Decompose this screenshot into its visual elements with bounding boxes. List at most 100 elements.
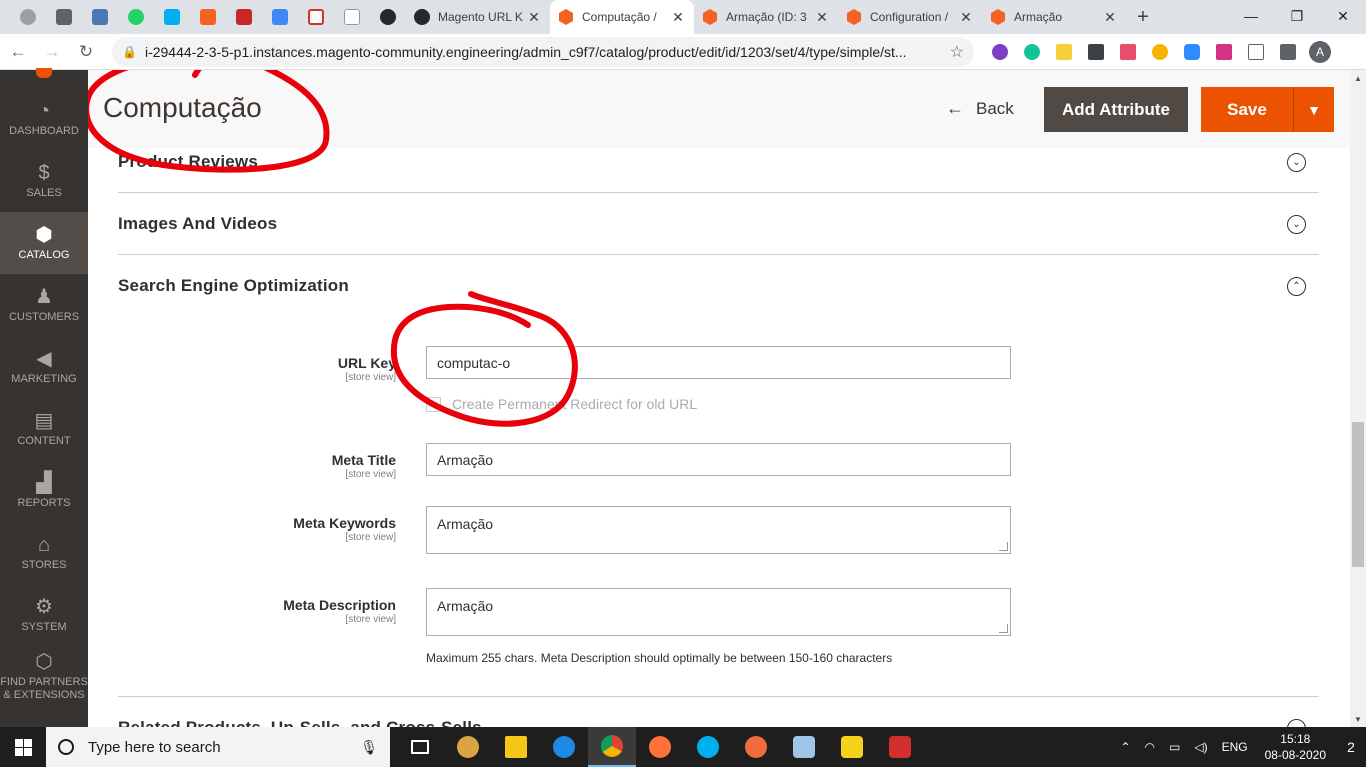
chrome-icon [20,9,36,25]
app-icon[interactable] [780,727,828,767]
section-product-reviews[interactable]: Product Reviews ⌄ [118,148,1319,193]
notification-icon[interactable]: 2 [1336,739,1366,755]
scroll-up-icon[interactable]: ▲ [1350,70,1366,86]
admin-sidebar: ◔ DASHBOARD $ SALES ⬢ CATALOG ♟ CUSTOMER… [0,68,88,727]
sidebar-item-partners[interactable]: ⬡ FIND PARTNERS & EXTENSIONS [0,646,88,708]
sidebar-item-catalog[interactable]: ⬢ CATALOG [0,212,88,274]
scrollbar-thumb[interactable] [1352,422,1364,567]
profile-button[interactable]: A [1304,36,1336,68]
redirect-checkbox[interactable] [426,396,441,412]
star-icon[interactable]: ☆ [950,42,964,62]
chevron-up-icon[interactable]: ⌃ [1120,740,1130,754]
close-tab-icon[interactable]: ✕ [958,9,974,26]
restore-icon[interactable]: ❐ [1274,0,1320,32]
pinned-tab-gmail[interactable] [298,0,334,34]
back-arrow-icon[interactable]: ← [2,36,34,68]
app-icon[interactable] [732,727,780,767]
browser-tab[interactable]: Armação ✕ [982,0,1126,34]
volume-icon[interactable]: ◁) [1194,740,1207,754]
close-tab-icon[interactable]: ✕ [1102,9,1118,26]
reload-icon[interactable]: ↻ [70,36,102,68]
pinned-tab-magento[interactable] [190,0,226,34]
save-button[interactable]: Save [1201,87,1293,132]
taskbar-search[interactable]: Type here to search 🎙 [46,727,390,767]
skype-taskbar-icon[interactable] [684,727,732,767]
pinned-tab-chrome[interactable] [10,0,46,34]
pinned-tab-app[interactable] [226,0,262,34]
section-title[interactable]: Search Engine Optimization [118,276,349,296]
redirect-checkbox-row[interactable]: Create Permanent Redirect for old URL [426,396,697,412]
page-scrollbar[interactable]: ▲ ▼ [1350,70,1366,727]
language-indicator[interactable]: ENG [1222,740,1248,754]
pinned-tab-t[interactable] [334,0,370,34]
sidebar-item-content[interactable]: ▤ CONTENT [0,398,88,460]
extension-icon[interactable] [984,36,1016,68]
extension-icon[interactable] [1208,36,1240,68]
sidebar-item-system[interactable]: ⚙ SYSTEM [0,584,88,646]
address-bar[interactable]: 🔒 i-29444-2-3-5-p1.instances.magento-com… [112,36,974,67]
zoom-icon[interactable] [1176,36,1208,68]
pinned-tab-skype[interactable] [154,0,190,34]
file-explorer-icon[interactable] [492,727,540,767]
back-button[interactable]: ← Back [946,98,1014,119]
page-title: Computação [103,92,262,123]
sidebar-item-reports[interactable]: ▟ REPORTS [0,460,88,522]
clock[interactable]: 15:18 08-08-2020 [1265,731,1326,763]
minimize-icon[interactable]: — [1228,0,1274,32]
windows-icon [14,738,32,756]
sticky-notes-icon[interactable] [828,727,876,767]
sidebar-item-dashboard[interactable]: ◔ DASHBOARD [0,88,88,150]
chevron-down-icon[interactable]: ⌄ [1287,215,1306,234]
browser-tab-active[interactable]: Computação / ✕ [550,0,694,34]
scroll-down-icon[interactable]: ▼ [1350,711,1366,727]
task-view-icon[interactable] [396,727,444,767]
firefox-icon[interactable] [636,727,684,767]
meta-keywords-textarea[interactable]: Armação [426,506,1011,554]
section-images-videos[interactable]: Images And Videos ⌄ [118,193,1319,255]
close-tab-icon[interactable]: ✕ [526,9,542,26]
pinned-tab-dev[interactable] [46,0,82,34]
close-tab-icon[interactable]: ✕ [670,9,686,26]
paint-icon[interactable] [444,727,492,767]
pinned-tab-translate[interactable] [262,0,298,34]
browser-tab[interactable]: Configuration / ✕ [838,0,982,34]
sidebar-item-sales[interactable]: $ SALES [0,150,88,212]
browser-tab[interactable]: Magento URL K ✕ [406,0,550,34]
grammarly-icon[interactable] [1016,36,1048,68]
microphone-icon[interactable]: 🎙 [360,739,378,756]
chrome-taskbar-icon[interactable] [588,727,636,767]
extension-icon[interactable] [1080,36,1112,68]
forward-arrow-icon[interactable]: → [36,36,68,68]
start-button[interactable] [0,727,46,767]
save-options-toggle[interactable]: ▼ [1293,87,1334,132]
close-window-icon[interactable]: ✕ [1320,0,1366,32]
battery-icon[interactable]: ▭ [1169,740,1180,754]
pinned-tab-github[interactable] [370,0,406,34]
sidebar-item-customers[interactable]: ♟ CUSTOMERS [0,274,88,336]
add-attribute-button[interactable]: Add Attribute [1044,87,1188,132]
extension-icon[interactable] [1144,36,1176,68]
acrobat-icon[interactable] [876,727,924,767]
sidebar-item-stores[interactable]: ⌂ STORES [0,522,88,584]
wifi-icon[interactable]: ◠ [1145,740,1155,754]
browser-tab[interactable]: Armação (ID: 3 ✕ [694,0,838,34]
note-icon[interactable] [1048,36,1080,68]
meta-description-hint: Maximum 255 chars. Meta Description shou… [426,651,893,665]
close-tab-icon[interactable]: ✕ [814,9,830,26]
puzzle-icon[interactable] [1272,36,1304,68]
magento-logo[interactable] [0,68,88,88]
document-icon[interactable] [1240,36,1272,68]
chevron-up-icon[interactable]: ⌃ [1287,277,1306,296]
sidebar-item-marketing[interactable]: ◀ MARKETING [0,336,88,398]
new-tab-button[interactable]: + [1126,0,1160,34]
extension-icon[interactable] [1112,36,1144,68]
chevron-down-icon[interactable]: ⌄ [1287,719,1306,727]
section-related-products[interactable]: Related Products, Up-Sells, and Cross-Se… [118,697,1319,727]
chevron-down-icon[interactable]: ⌄ [1287,153,1306,172]
meta-description-textarea[interactable]: Armação [426,588,1011,636]
url-key-input[interactable]: computac-o [426,346,1011,379]
pinned-tab-whatsapp[interactable] [118,0,154,34]
edge-icon[interactable] [540,727,588,767]
pinned-tab-edit[interactable] [82,0,118,34]
meta-title-input[interactable]: Armação [426,443,1011,476]
